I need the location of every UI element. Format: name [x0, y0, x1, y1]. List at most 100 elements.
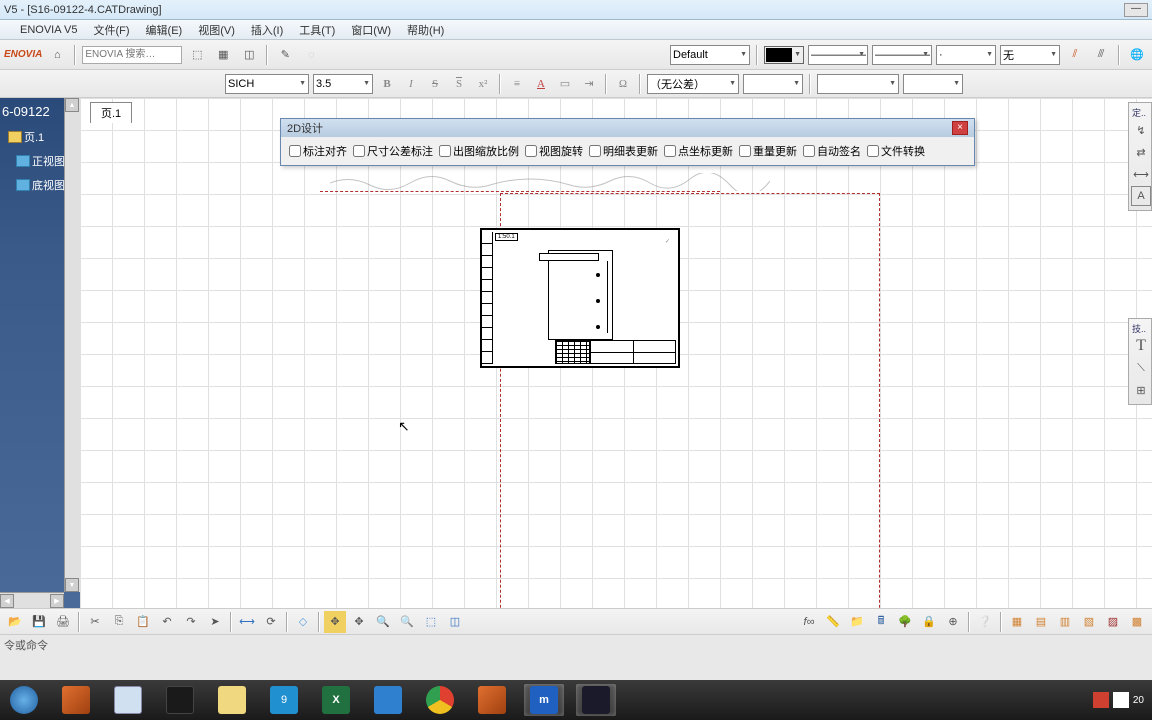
- axis-icon[interactable]: ↯: [1131, 120, 1151, 140]
- chk-coord-update[interactable]: 点坐标更新: [664, 143, 733, 159]
- lock-icon[interactable]: 🔒: [918, 611, 940, 633]
- select-icon[interactable]: ➤: [204, 611, 226, 633]
- weld-icon[interactable]: ⟍: [1131, 358, 1151, 378]
- fx-icon[interactable]: f∞: [798, 611, 820, 633]
- stamp-icon[interactable]: ⊕: [942, 611, 964, 633]
- grid1-icon[interactable]: ▦: [1006, 611, 1028, 633]
- copy-icon[interactable]: ⎘: [108, 611, 130, 633]
- zoom-all-icon[interactable]: ◫: [444, 611, 466, 633]
- grid5-icon[interactable]: ▨: [1102, 611, 1124, 633]
- task-vscode[interactable]: [368, 684, 408, 716]
- style-select[interactable]: Default: [670, 45, 750, 65]
- text-color-icon[interactable]: A: [531, 74, 551, 94]
- task-chrome[interactable]: [420, 684, 460, 716]
- paste-icon[interactable]: 📋: [132, 611, 154, 633]
- table-icon[interactable]: ⊞: [1131, 380, 1151, 400]
- tree-scrollbar-vertical[interactable]: ▲ ▼: [64, 98, 80, 592]
- task-cmd[interactable]: [160, 684, 200, 716]
- ruler-icon[interactable]: 📏: [822, 611, 844, 633]
- toolbar-icon-3[interactable]: ◫: [238, 44, 260, 66]
- move-icon[interactable]: ✥: [348, 611, 370, 633]
- frame-text-icon[interactable]: ▭: [555, 74, 575, 94]
- tree-icon[interactable]: 🌳: [894, 611, 916, 633]
- dialog-title-bar[interactable]: 2D设计 ×: [281, 119, 974, 137]
- text-A-icon[interactable]: A: [1131, 186, 1151, 206]
- menu-file[interactable]: 文件(F): [93, 22, 129, 38]
- layer-select[interactable]: 无: [1000, 45, 1060, 65]
- toolbar-icon-2[interactable]: ▦: [212, 44, 234, 66]
- color-swatch[interactable]: [764, 46, 804, 64]
- chk-output-scale[interactable]: 出图缩放比例: [439, 143, 519, 159]
- save-icon[interactable]: 💾: [28, 611, 50, 633]
- task-matlab[interactable]: [56, 684, 96, 716]
- refresh-icon[interactable]: ⟳: [260, 611, 282, 633]
- chk-auto-sign[interactable]: 自动签名: [803, 143, 861, 159]
- menu-tools[interactable]: 工具(T): [299, 22, 335, 38]
- minimize-button[interactable]: —: [1124, 3, 1148, 17]
- hatch1-icon[interactable]: ⫽: [1064, 44, 1086, 66]
- grid2-icon[interactable]: ▤: [1030, 611, 1052, 633]
- strike-button[interactable]: S: [425, 74, 445, 94]
- pan-icon[interactable]: ✥: [324, 611, 346, 633]
- task-app-blue[interactable]: 9: [264, 684, 304, 716]
- zoom-window-icon[interactable]: ⬚: [420, 611, 442, 633]
- zoom-out-icon[interactable]: 🔍: [396, 611, 418, 633]
- grid4-icon[interactable]: ▧: [1078, 611, 1100, 633]
- hatch2-icon[interactable]: ⫻: [1090, 44, 1112, 66]
- task-notepad[interactable]: [108, 684, 148, 716]
- indent-icon[interactable]: ⇥: [579, 74, 599, 94]
- line-type-select[interactable]: —————: [872, 45, 932, 65]
- link-icon[interactable]: ⇄: [1131, 142, 1151, 162]
- menu-help[interactable]: 帮助(H): [407, 22, 444, 38]
- calc-icon[interactable]: 🖩: [870, 611, 892, 633]
- overline-button[interactable]: S: [449, 74, 469, 94]
- home-icon[interactable]: ⌂: [46, 44, 68, 66]
- toolbar-icon-1[interactable]: ⬚: [186, 44, 208, 66]
- chk-view-rotate[interactable]: 视图旋转: [525, 143, 583, 159]
- plane-icon[interactable]: ◇: [292, 611, 314, 633]
- line-weight-select[interactable]: —————: [808, 45, 868, 65]
- sheet-tab[interactable]: 页.1: [90, 102, 132, 123]
- fit-icon[interactable]: ⟷: [236, 611, 258, 633]
- cut-icon[interactable]: ✂: [84, 611, 106, 633]
- chk-weight-update[interactable]: 重量更新: [739, 143, 797, 159]
- superscript-button[interactable]: x²: [473, 74, 493, 94]
- undo-icon[interactable]: ↶: [156, 611, 178, 633]
- bold-button[interactable]: B: [377, 74, 397, 94]
- grid3-icon[interactable]: ▥: [1054, 611, 1076, 633]
- menu-insert[interactable]: 插入(I): [251, 22, 283, 38]
- chk-bom-update[interactable]: 明细表更新: [589, 143, 658, 159]
- align-left-icon[interactable]: ≡: [507, 74, 527, 94]
- dimension-icon[interactable]: ⟷: [1131, 164, 1151, 184]
- task-catia[interactable]: [576, 684, 616, 716]
- print-icon[interactable]: 🖨: [52, 611, 74, 633]
- text-T-icon[interactable]: T: [1131, 336, 1151, 356]
- grid6-icon[interactable]: ▩: [1126, 611, 1148, 633]
- tray-icon-2[interactable]: [1113, 692, 1129, 708]
- empty-select-3[interactable]: [903, 74, 963, 94]
- chk-file-convert[interactable]: 文件转换: [867, 143, 925, 159]
- task-matlab2[interactable]: [472, 684, 512, 716]
- spray-icon[interactable]: ◌: [300, 44, 322, 66]
- redo-icon[interactable]: ↷: [180, 611, 202, 633]
- menu-view[interactable]: 视图(V): [198, 22, 235, 38]
- font-size-select[interactable]: 3.5: [313, 74, 373, 94]
- help-icon[interactable]: ❔: [974, 611, 996, 633]
- point-style-select[interactable]: ·: [936, 45, 996, 65]
- empty-select-1[interactable]: [743, 74, 803, 94]
- zoom-in-icon[interactable]: 🔍: [372, 611, 394, 633]
- chk-align-dim[interactable]: 标注对齐: [289, 143, 347, 159]
- font-select[interactable]: SICH: [225, 74, 309, 94]
- chk-tolerance[interactable]: 尺寸公差标注: [353, 143, 433, 159]
- empty-select-2[interactable]: [817, 74, 899, 94]
- menu-edit[interactable]: 编辑(E): [146, 22, 183, 38]
- italic-button[interactable]: I: [401, 74, 421, 94]
- dialog-close-button[interactable]: ×: [952, 121, 968, 135]
- globe-icon[interactable]: 🌐: [1126, 44, 1148, 66]
- tree-scrollbar-horizontal[interactable]: ◀ ▶: [0, 592, 64, 608]
- menu-enovia[interactable]: ENOVIA V5: [20, 24, 77, 36]
- tray-icon-1[interactable]: [1093, 692, 1109, 708]
- task-explorer[interactable]: [212, 684, 252, 716]
- symbol-icon[interactable]: Ω: [613, 74, 633, 94]
- start-button[interactable]: [4, 684, 44, 716]
